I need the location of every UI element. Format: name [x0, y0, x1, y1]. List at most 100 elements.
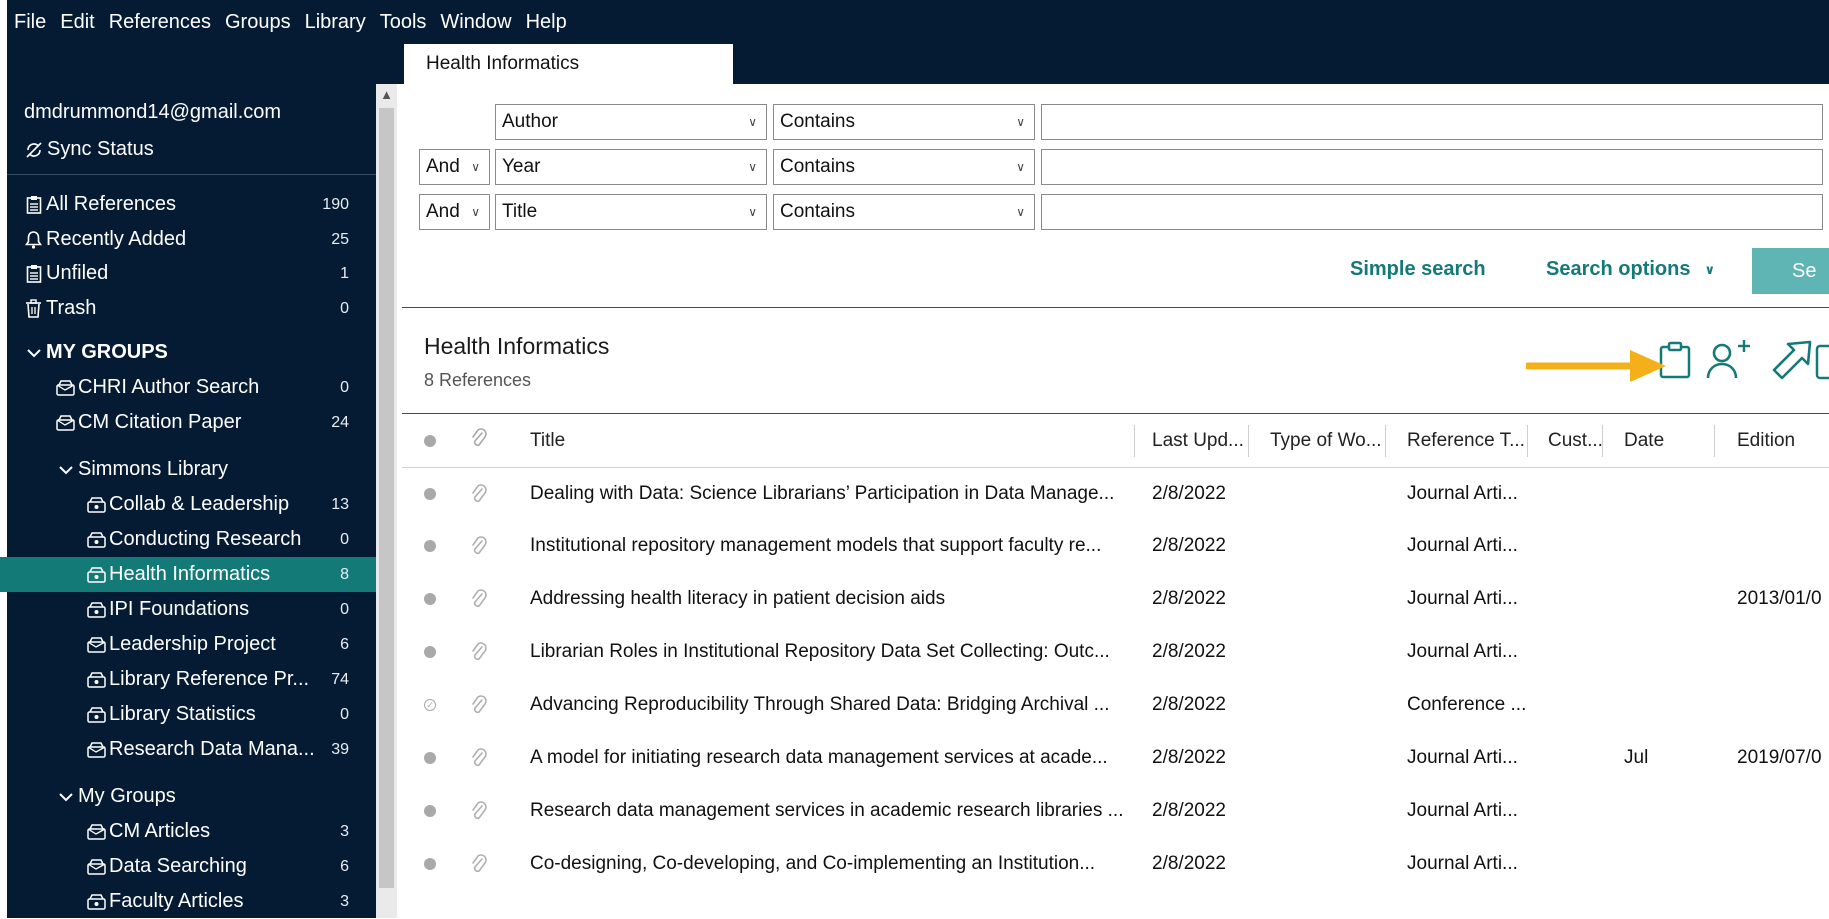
table-row[interactable]: Dealing with Data: Science Librarians’ P… [402, 468, 1829, 520]
chevron-down-icon: ∨ [471, 205, 480, 219]
status-column-header[interactable] [424, 415, 436, 467]
shared-folder-icon [87, 705, 106, 724]
sidebar-item-label: Health Informatics [109, 563, 271, 585]
sidebar-item-group[interactable]: IPI Foundations 0 [0, 592, 376, 627]
chevron-down-icon: ∨ [471, 160, 480, 174]
sidebar-item-health-informatics[interactable]: Health Informatics 8 [0, 557, 376, 592]
menu-library[interactable]: Library [298, 11, 373, 34]
menu-file[interactable]: File [7, 11, 53, 34]
column-separator[interactable] [1385, 425, 1386, 457]
sidebar-item-count: 0 [340, 600, 349, 618]
column-separator[interactable] [1714, 425, 1715, 457]
search-term-input-2[interactable] [1041, 149, 1823, 185]
table-header: Title Last Upd... Type of Wo... Referenc… [402, 415, 1829, 468]
sidebar-item-group[interactable]: Research Data Mana... 39 [0, 732, 376, 767]
column-separator[interactable] [1248, 425, 1249, 457]
sidebar-item-group[interactable]: Faculty Articles 3 [0, 884, 376, 919]
scroll-up-icon[interactable]: ▲ [380, 88, 393, 102]
share-arrow-icon[interactable] [1770, 340, 1814, 387]
search-boolean-select-3[interactable]: And ∨ [419, 194, 490, 230]
search-field-select-1[interactable]: Author ∨ [495, 104, 767, 140]
results-title: Health Informatics [424, 333, 610, 359]
search-options-label: Search options [1546, 258, 1691, 280]
sidebar-item-recently-added[interactable]: Recently Added 25 [0, 222, 376, 257]
search-operator-select-3[interactable]: Contains ∨ [773, 194, 1035, 230]
scrollbar-thumb[interactable] [379, 108, 394, 888]
cell-last-updated: 2/8/2022 [1152, 800, 1226, 821]
unread-dot-icon [424, 858, 436, 870]
sync-status[interactable]: Sync Status [24, 138, 154, 161]
table-row[interactable]: Research data management services in aca… [402, 785, 1829, 837]
my-groups-sub-header[interactable]: My Groups [0, 779, 376, 814]
menu-window[interactable]: Window [433, 11, 518, 34]
sidebar-item-group[interactable]: Leadership Project 6 [0, 627, 376, 662]
sidebar-item-group[interactable]: Library Reference Pr... 74 [0, 662, 376, 697]
menu-references[interactable]: References [102, 11, 218, 34]
shared-folder-icon [87, 892, 106, 911]
sidebar-item-unfiled[interactable]: Unfiled 1 [0, 256, 376, 291]
sidebar-item-group[interactable]: Collab & Leadership 13 [0, 487, 376, 522]
annotation-arrow-icon [1524, 348, 1668, 389]
simmons-library-header[interactable]: Simmons Library [0, 452, 376, 487]
more-tools-icon[interactable] [1815, 344, 1829, 385]
column-header-title[interactable]: Title [530, 415, 565, 467]
tab-health-informatics[interactable]: Health Informatics [404, 44, 733, 84]
read-check-icon: ✓ [424, 699, 436, 711]
search-term-input-3[interactable] [1041, 194, 1823, 230]
column-separator[interactable] [1527, 425, 1528, 457]
menu-tools[interactable]: Tools [373, 11, 434, 34]
column-header-date[interactable]: Date [1624, 415, 1664, 467]
add-user-icon[interactable] [1706, 338, 1752, 387]
select-value: Contains [780, 111, 855, 132]
search-operator-select-2[interactable]: Contains ∨ [773, 149, 1035, 185]
sidebar-item-group[interactable]: CHRI Author Search 0 [0, 370, 376, 405]
cell-reference-type: Journal Arti... [1407, 747, 1518, 768]
sidebar-item-group[interactable]: Library Statistics 0 [0, 697, 376, 732]
search-operator-select-1[interactable]: Contains ∨ [773, 104, 1035, 140]
menu-edit[interactable]: Edit [53, 11, 101, 34]
column-header-last-updated[interactable]: Last Upd... [1152, 415, 1244, 467]
column-separator[interactable] [1134, 425, 1135, 457]
cell-reference-type: Journal Arti... [1407, 800, 1518, 821]
table-row[interactable]: ✓ Advancing Reproducibility Through Shar… [402, 679, 1829, 731]
menu-groups[interactable]: Groups [218, 11, 298, 34]
sidebar-item-group[interactable]: CM Citation Paper 24 [0, 405, 376, 440]
paperclip-icon [470, 732, 488, 784]
my-groups-header[interactable]: MY GROUPS [0, 335, 376, 370]
column-header-edition[interactable]: Edition [1737, 415, 1795, 467]
menu-help[interactable]: Help [519, 11, 574, 34]
sidebar-scrollbar[interactable]: ▲ [376, 84, 397, 918]
column-header-type-of-work[interactable]: Type of Wo... [1270, 415, 1382, 467]
simple-search-link[interactable]: Simple search [1350, 258, 1486, 281]
select-value: Contains [780, 156, 855, 177]
sidebar-item-all-references[interactable]: All References 190 [0, 187, 376, 222]
search-button[interactable]: Se [1752, 248, 1829, 294]
sidebar-item-group[interactable]: CM Articles 3 [0, 814, 376, 849]
table-row[interactable]: Librarian Roles in Institutional Reposit… [402, 626, 1829, 678]
attachment-column-header[interactable] [470, 415, 488, 467]
table-row[interactable]: A model for initiating research data man… [402, 732, 1829, 784]
search-term-input-1[interactable] [1041, 104, 1823, 140]
column-header-custom[interactable]: Cust... [1548, 415, 1603, 467]
sidebar-item-count: 3 [340, 822, 349, 840]
search-field-select-3[interactable]: Title ∨ [495, 194, 767, 230]
table-row[interactable]: Addressing health literacy in patient de… [402, 573, 1829, 625]
sidebar-item-count: 8 [340, 565, 349, 583]
sidebar-item-group[interactable]: Data Searching 6 [0, 849, 376, 884]
table-row[interactable]: Co-designing, Co-developing, and Co-impl… [402, 838, 1829, 890]
search-boolean-select-2[interactable]: And ∨ [419, 149, 490, 185]
table-row[interactable]: Institutional repository management mode… [402, 520, 1829, 572]
sidebar-item-group[interactable]: Conducting Research 0 [0, 522, 376, 557]
column-header-reference-type[interactable]: Reference T... [1407, 415, 1525, 467]
search-options-button[interactable]: Search options ∨ [1546, 258, 1715, 281]
chevron-down-icon: ∨ [748, 205, 757, 219]
clipboard-icon [24, 264, 43, 283]
cell-title: A model for initiating research data man… [530, 747, 1108, 768]
search-field-select-2[interactable]: Year ∨ [495, 149, 767, 185]
sidebar-item-count: 3 [340, 892, 349, 910]
sidebar-item-label: CHRI Author Search [78, 376, 260, 398]
sync-off-icon [26, 141, 42, 158]
column-separator[interactable] [1602, 425, 1603, 457]
sidebar-item-trash[interactable]: Trash 0 [0, 291, 376, 326]
sidebar-item-count: 6 [340, 857, 349, 875]
